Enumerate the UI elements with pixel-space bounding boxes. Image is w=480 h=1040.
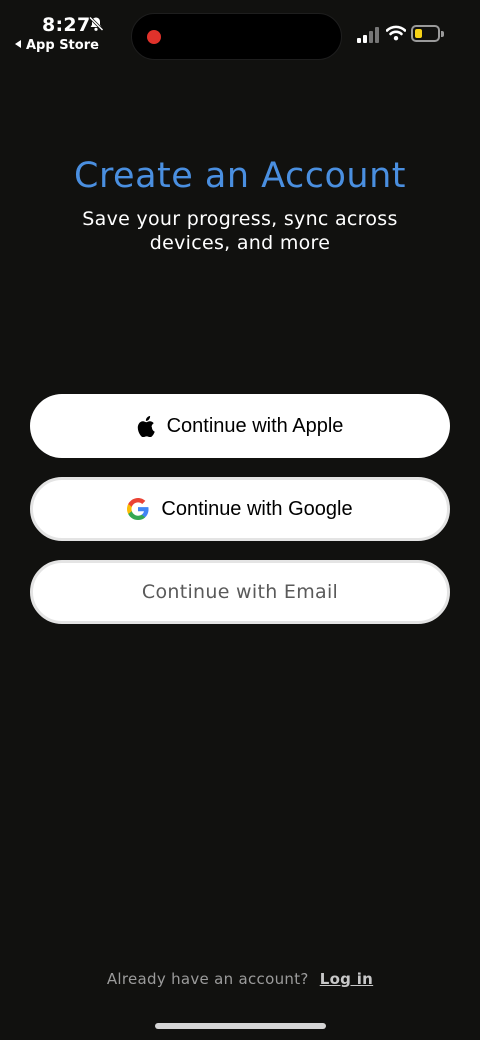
login-prompt-text: Already have an account? — [106, 970, 309, 988]
login-link[interactable]: Log in — [320, 970, 373, 988]
continue-with-google-button[interactable]: Continue with Google — [30, 477, 450, 541]
google-button-label: Continue with Google — [161, 497, 353, 520]
apple-icon — [137, 415, 155, 437]
bell-muted-icon — [88, 16, 104, 36]
screen: 8:27 App Store Create an Account Save yo… — [0, 0, 480, 1040]
battery-cap — [441, 31, 444, 37]
recording-indicator-icon — [147, 30, 161, 44]
page-subtitle: Save your progress, sync across devices,… — [82, 208, 398, 254]
status-time: 8:27 — [42, 14, 91, 36]
continue-with-email-button[interactable]: Continue with Email — [30, 560, 450, 624]
cellular-signal-icon — [357, 27, 379, 47]
back-arrow-icon — [15, 40, 21, 48]
email-button-label: Continue with Email — [141, 581, 339, 603]
battery-level — [415, 29, 422, 38]
back-label: App Store — [26, 38, 99, 53]
battery-icon — [411, 25, 444, 42]
back-to-app-store[interactable]: App Store — [15, 38, 99, 53]
continue-with-apple-button[interactable]: Continue with Apple — [30, 394, 450, 458]
google-icon — [127, 498, 149, 520]
apple-button-label: Continue with Apple — [166, 414, 344, 437]
page-title: Create an Account — [74, 156, 406, 196]
dynamic-island — [131, 13, 342, 60]
home-indicator[interactable] — [155, 1023, 326, 1029]
login-prompt: Already have an account? Log in — [0, 970, 480, 988]
wifi-icon — [385, 25, 407, 45]
